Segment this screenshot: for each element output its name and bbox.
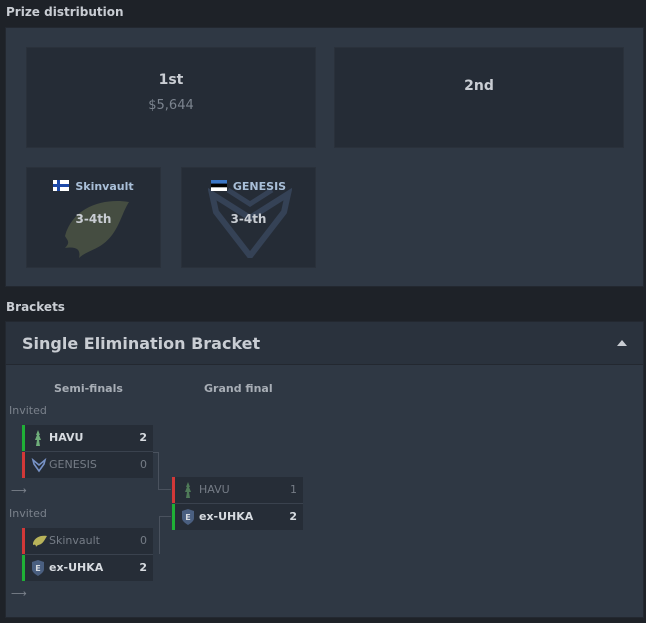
invited-label: Invited bbox=[9, 404, 47, 417]
team-score: 2 bbox=[139, 561, 147, 574]
havu-logo-icon bbox=[35, 430, 41, 446]
prize-distribution-panel: 1st $5,644 2nd Skinvault 3-4th GENESIS 3… bbox=[5, 27, 644, 287]
prize-team-skinvault: Skinvault 3-4th bbox=[26, 167, 161, 268]
match-row-havu[interactable]: HAVU 2 bbox=[22, 425, 153, 451]
round-label-grand-final: Grand final bbox=[204, 382, 273, 395]
team-name: HAVU bbox=[199, 483, 230, 496]
team-name: Skinvault bbox=[49, 534, 100, 547]
bracket-title: Single Elimination Bracket bbox=[22, 334, 261, 353]
genesis-name-line[interactable]: GENESIS bbox=[182, 180, 315, 193]
match-row-skinvault[interactable]: Skinvault 0 bbox=[22, 528, 153, 554]
prize-team-genesis: GENESIS 3-4th bbox=[181, 167, 316, 268]
bracket-connector bbox=[153, 452, 159, 490]
finland-flag-icon bbox=[53, 180, 70, 191]
svg-text:E: E bbox=[35, 564, 40, 573]
invited-label: Invited bbox=[9, 507, 47, 520]
brackets-heading: Brackets bbox=[6, 300, 65, 314]
team-score: 1 bbox=[290, 483, 297, 496]
skinvault-place: 3-4th bbox=[75, 212, 112, 226]
team-score: 0 bbox=[140, 534, 147, 547]
genesis-place: 3-4th bbox=[230, 212, 267, 226]
bracket-connector bbox=[159, 489, 171, 490]
second-place-label: 2nd bbox=[464, 78, 494, 94]
collapse-arrow-icon[interactable] bbox=[617, 340, 627, 346]
prize-second-place: 2nd bbox=[334, 47, 624, 148]
prize-first-place: 1st $5,644 bbox=[26, 47, 316, 148]
ex-uhka-logo-icon: E bbox=[182, 509, 194, 525]
genesis-team-name: GENESIS bbox=[232, 180, 287, 193]
prize-distribution-heading: Prize distribution bbox=[6, 5, 124, 19]
skinvault-team-name: Skinvault bbox=[75, 180, 134, 193]
estonia-flag-icon bbox=[210, 180, 227, 191]
skinvault-name-line[interactable]: Skinvault bbox=[27, 180, 160, 193]
team-score: 0 bbox=[140, 458, 147, 471]
team-score: 2 bbox=[139, 431, 147, 444]
bracket-panel: Single Elimination Bracket Semi-finals G… bbox=[5, 321, 644, 618]
havu-logo-icon bbox=[185, 482, 191, 498]
skinvault-logo-icon bbox=[65, 201, 129, 258]
svg-text:E: E bbox=[185, 513, 190, 522]
first-place-label: 1st bbox=[158, 72, 184, 88]
ex-uhka-logo-icon: E bbox=[32, 560, 44, 576]
bracket-connector bbox=[159, 516, 171, 554]
skinvault-logo-icon bbox=[33, 535, 47, 547]
match-row-genesis[interactable]: GENESIS 0 bbox=[22, 452, 153, 478]
first-place-amount: $5,644 bbox=[148, 98, 194, 113]
match-row-final-ex-uhka[interactable]: E ex-UHKA 2 bbox=[172, 504, 303, 530]
advance-arrow-icon: ⟶ bbox=[11, 484, 27, 497]
match-row-final-havu[interactable]: HAVU 1 bbox=[172, 477, 303, 503]
bracket-header[interactable]: Single Elimination Bracket bbox=[6, 322, 643, 365]
match-row-ex-uhka[interactable]: E ex-UHKA 2 bbox=[22, 555, 153, 581]
round-label-semifinals: Semi-finals bbox=[54, 382, 123, 395]
advance-arrow-icon: ⟶ bbox=[11, 587, 27, 600]
team-name: ex-UHKA bbox=[199, 510, 254, 523]
team-name: ex-UHKA bbox=[49, 561, 104, 574]
team-score: 2 bbox=[289, 510, 297, 523]
team-name: HAVU bbox=[49, 431, 84, 444]
team-name: GENESIS bbox=[49, 458, 97, 471]
genesis-logo-icon bbox=[31, 457, 47, 473]
